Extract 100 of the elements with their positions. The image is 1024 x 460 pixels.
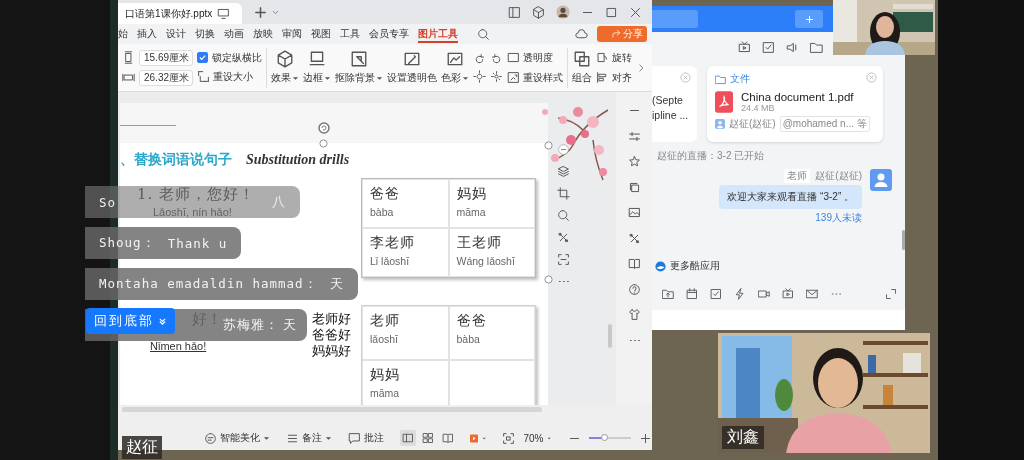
help-icon[interactable] [627,282,641,296]
fit-icon[interactable] [502,431,516,445]
height-field[interactable]: 15.69厘米 [139,49,193,66]
card-text: (Septe [652,93,684,108]
folder-upload-icon[interactable] [662,288,674,300]
contrast-icon[interactable] [490,69,503,83]
avatar-icon[interactable] [870,169,892,191]
caret-icon [462,74,469,82]
ribbon-button[interactable]: 色彩 [441,50,469,85]
color-image-icon [446,50,464,68]
cube-icon[interactable] [532,5,545,19]
align-button[interactable]: 对齐 [596,69,632,86]
rotate-button[interactable]: 旋转 [596,49,632,66]
beautify-button[interactable]: 智能美化 [204,431,270,445]
caret-icon [292,74,299,82]
scrollbar-thumb[interactable] [122,407,542,412]
tools-icon[interactable] [557,231,570,244]
video-camera-icon[interactable] [758,288,770,300]
sidebar-icon[interactable] [508,5,521,19]
cloud-icon[interactable] [575,27,588,41]
pinyin-text: Nǐmen hǎo! [150,340,207,352]
selection-handle[interactable] [319,139,328,148]
maximize-icon[interactable] [605,5,618,19]
selection-handle[interactable] [544,275,553,284]
unread-count[interactable]: 139人未读 [815,211,862,225]
menu-tab[interactable]: 放映 [253,24,273,44]
width-field[interactable]: 26.32厘米 [139,69,193,86]
search-field[interactable] [652,10,698,28]
notes-button[interactable]: 备注 [286,431,332,445]
group-button[interactable]: 组合 [572,50,592,85]
scrollbar-thumb[interactable] [902,230,905,250]
shirt-icon[interactable] [627,308,641,321]
scrollbar-thumb[interactable] [608,324,612,348]
grid-view-icon[interactable] [420,430,436,446]
menu-tab[interactable]: 工具 [340,24,360,44]
menu-tab[interactable]: 始 [118,24,128,44]
play-icon[interactable] [470,431,479,445]
search-icon[interactable] [477,27,490,41]
checkbox-icon[interactable] [762,40,775,54]
slider-thumb[interactable] [600,434,608,441]
more-apps-link[interactable]: 更多酷应用 [670,259,720,273]
zoom-in-icon[interactable] [639,431,652,445]
menu-tab[interactable]: 切换 [195,24,215,44]
rotate-right-icon[interactable] [490,52,503,66]
expand-icon[interactable] [885,288,897,300]
file-tab[interactable]: 口语第1课你好.pptx [118,3,242,24]
avatar-icon[interactable] [556,5,570,19]
mail-icon[interactable] [806,288,818,300]
comments-button[interactable]: 批注 [348,431,384,445]
scan-icon[interactable] [557,253,570,266]
search-icon[interactable] [557,209,570,222]
sliders-icon[interactable] [627,129,641,143]
close-icon[interactable] [629,5,642,19]
menu-tab[interactable]: 设计 [166,24,186,44]
reset-size-button[interactable]: 重设大小 [197,68,262,85]
zoom-level[interactable]: 70% [523,432,544,444]
checkbox-label: 锁定纵横比 [212,50,262,65]
tv-icon[interactable] [738,40,751,54]
message-card[interactable]: (Septe ipline ... [652,66,697,142]
folder-icon[interactable] [810,40,823,54]
chat-input-area[interactable] [652,310,905,330]
menu-tab[interactable]: 视图 [311,24,331,44]
collapse-icon[interactable] [557,143,570,156]
star-icon[interactable] [627,155,641,168]
checkbox-icon[interactable] [710,288,722,300]
calendar-icon[interactable] [686,288,698,300]
image-icon[interactable] [627,206,641,219]
file-size: 24.4 MB [741,103,776,113]
monitor-icon[interactable] [217,7,231,20]
book-icon[interactable] [627,257,641,270]
layers-icon[interactable] [557,165,570,178]
crop-icon[interactable] [557,187,570,200]
ribbon-button[interactable]: 抠除背景 [335,50,383,85]
selection-handle[interactable] [544,141,553,150]
new-tab-icon[interactable] [253,4,268,20]
comment-author: So [99,194,117,210]
menu-tab[interactable]: 会员专享 [369,24,409,44]
back-to-bottom-button[interactable]: 回到底部 [86,308,175,334]
rotate-left-icon[interactable] [473,52,486,66]
brightness-icon[interactable] [473,69,486,83]
menu-tab[interactable]: 动画 [224,24,244,44]
file-card[interactable]: 文件 China document 1.pdf 24.4 MB 赵征(赵征) @mohamed n... 等 [707,66,883,142]
menu-tab[interactable]: 审阅 [282,24,302,44]
checkbox[interactable] [197,52,208,63]
rotate-handle[interactable] [318,122,330,134]
ribbon-button[interactable]: 效果 [271,50,299,85]
transparency-button[interactable]: 透明度 [507,49,563,66]
ribbon-button[interactable]: 边框 [303,50,331,85]
add-button[interactable] [795,10,823,28]
app-icon [655,260,666,272]
copy-icon[interactable] [627,180,641,194]
table-cell: 爸爸 bàba [362,179,449,228]
ribbon-button[interactable]: 设置透明色 [387,50,437,85]
normal-view-icon[interactable] [400,430,416,446]
reset-style-button[interactable]: 重设样式 [507,69,563,86]
speaker-icon[interactable] [786,40,799,54]
lightning-icon[interactable] [734,288,746,300]
tools-icon[interactable] [627,231,641,245]
tv-icon[interactable] [782,288,794,300]
menu-tab[interactable]: 插入 [137,24,157,44]
